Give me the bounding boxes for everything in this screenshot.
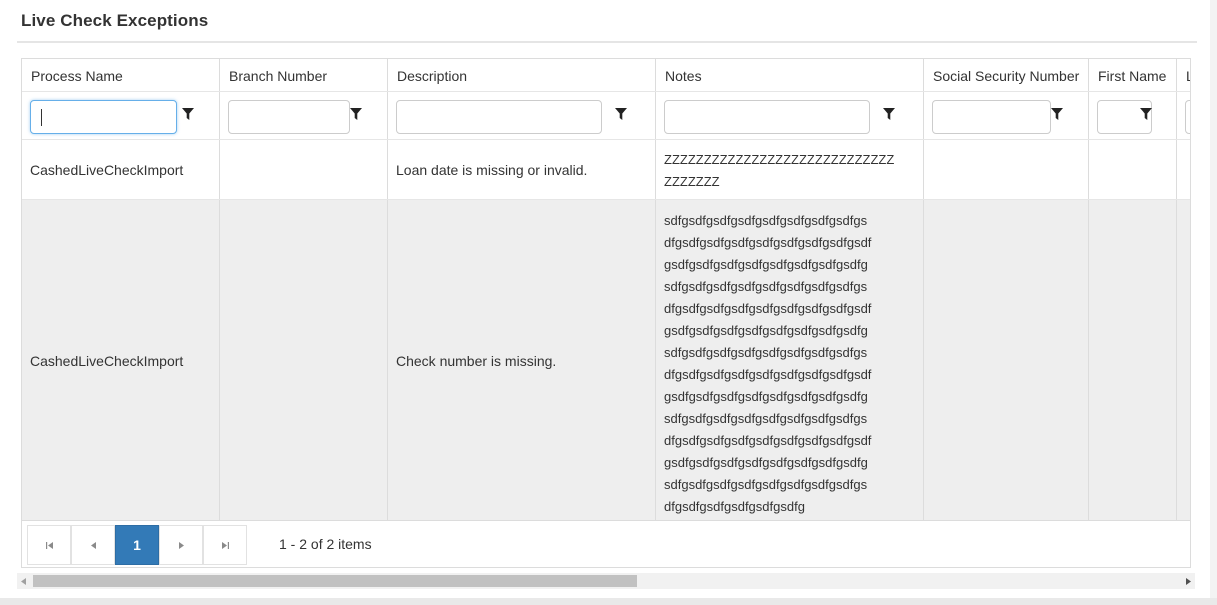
filter-cell-ssn: [924, 92, 1089, 139]
notes-line: ZZZZZZZ: [664, 174, 720, 189]
notes-line: dfgsdfgsdfgsdfgsdfgsdfgsdfgsdfgsdf: [664, 301, 872, 316]
cell-last-name: [1177, 140, 1190, 199]
filter-icon[interactable]: [1140, 107, 1152, 121]
filter-cell-notes: [656, 92, 924, 139]
next-page-icon: [178, 541, 184, 549]
cell-first-name: [1089, 140, 1177, 199]
cell-process-name: CashedLiveCheckImport: [22, 200, 220, 520]
prev-page-icon: [90, 541, 96, 549]
filter-icon[interactable]: [615, 107, 627, 121]
column-header-branch-number[interactable]: Branch Number: [220, 59, 388, 91]
cell-ssn: [924, 140, 1089, 199]
filter-cell-description: [388, 92, 656, 139]
grid-pager: 1 1 - 2 of 2 items: [22, 520, 1190, 567]
notes-line: gsdfgsdfgsdfgsdfgsdfgsdfgsdfgsdfg: [664, 323, 868, 338]
notes-line: sdfgsdfgsdfgsdfgsdfgsdfgsdfgsdfgs: [664, 213, 868, 228]
cell-last-name: [1177, 200, 1190, 520]
column-header-process-name[interactable]: Process Name: [22, 59, 220, 91]
column-header-description[interactable]: Description: [388, 59, 656, 91]
notes-line: dfgsdfgsdfgsdfgsdfgsdfgsdfgsdfgsdf: [664, 433, 872, 448]
filter-input-description[interactable]: [396, 100, 602, 134]
cell-ssn: [924, 200, 1089, 520]
cell-branch-number: [220, 140, 388, 199]
notes-line: sdfgsdfgsdfgsdfgsdfgsdfgsdfgsdfgs: [664, 279, 868, 294]
filter-icon[interactable]: [182, 107, 194, 121]
next-page-button[interactable]: [159, 525, 203, 565]
filter-input-process-name[interactable]: [30, 100, 177, 134]
title-divider: [17, 41, 1197, 43]
cell-branch-number: [220, 200, 388, 520]
text-caret: [41, 109, 42, 126]
notes-line: sdfgsdfgsdfgsdfgsdfgsdfgsdfgsdfgs: [664, 411, 868, 426]
last-page-icon: [221, 541, 229, 549]
notes-line: dfgsdfgsdfgsdfgsdfgsdfgsdfgsdfgsdf: [664, 367, 872, 382]
cell-notes: sdfgsdfgsdfgsdfgsdfgsdfgsdfgsdfgs dfgsdf…: [656, 200, 924, 520]
page-1-button[interactable]: 1: [115, 525, 159, 565]
filter-cell-last-name: [1177, 92, 1190, 139]
cell-notes: ZZZZZZZZZZZZZZZZZZZZZZZZZZZZZ ZZZZZZZ: [656, 140, 924, 199]
cell-description: Check number is missing.: [388, 200, 656, 520]
filter-input-ssn[interactable]: [932, 100, 1051, 134]
notes-line: sdfgsdfgsdfgsdfgsdfgsdfgsdfgsdfgs: [664, 477, 868, 492]
cell-description: Loan date is missing or invalid.: [388, 140, 656, 199]
filter-input-notes[interactable]: [664, 100, 870, 134]
cell-first-name: [1089, 200, 1177, 520]
notes-line: ZZZZZZZZZZZZZZZZZZZZZZZZZZZZZ: [664, 152, 895, 167]
scroll-left-icon[interactable]: [17, 573, 31, 589]
exceptions-grid: Process Name Branch Number Description N…: [21, 58, 1191, 568]
filter-cell-branch-number: [220, 92, 388, 139]
column-header-ssn[interactable]: Social Security Number: [924, 59, 1089, 91]
grid-content: Process Name Branch Number Description N…: [22, 59, 1190, 520]
grid-header-row: Process Name Branch Number Description N…: [22, 59, 1190, 91]
notes-line: gsdfgsdfgsdfgsdfgsdfgsdfgsdfgsdfg: [664, 389, 868, 404]
page-bottom-strip: [0, 598, 1217, 605]
filter-icon[interactable]: [1051, 107, 1063, 121]
horizontal-scrollbar[interactable]: [17, 573, 1195, 589]
first-page-button[interactable]: [27, 525, 71, 565]
notes-line: sdfgsdfgsdfgsdfgsdfgsdfgsdfgsdfgs: [664, 345, 868, 360]
last-page-button[interactable]: [203, 525, 247, 565]
filter-input-last-name[interactable]: [1185, 100, 1190, 134]
filter-cell-process-name: [22, 92, 220, 139]
filter-cell-first-name: [1089, 92, 1177, 139]
column-header-first-name[interactable]: First Name: [1089, 59, 1177, 91]
pager-info: 1 - 2 of 2 items: [279, 536, 372, 552]
column-header-last-name[interactable]: La: [1177, 59, 1190, 91]
page-vertical-scrollbar[interactable]: [1210, 0, 1217, 598]
grid-filter-row: [22, 91, 1190, 139]
first-page-icon: [45, 541, 53, 549]
table-row[interactable]: CashedLiveCheckImport Loan date is missi…: [22, 139, 1190, 199]
notes-line: gsdfgsdfgsdfgsdfgsdfgsdfgsdfgsdfg: [664, 455, 868, 470]
table-row[interactable]: CashedLiveCheckImport Check number is mi…: [22, 199, 1190, 520]
cell-process-name: CashedLiveCheckImport: [22, 140, 220, 199]
horizontal-scroll-thumb[interactable]: [33, 575, 637, 587]
notes-line: dfgsdfgsdfgsdfgsdfgsdfgsdfgsdfgsdf: [664, 235, 872, 250]
prev-page-button[interactable]: [71, 525, 115, 565]
filter-input-branch-number[interactable]: [228, 100, 350, 134]
filter-icon[interactable]: [883, 107, 895, 121]
scroll-right-icon[interactable]: [1181, 573, 1195, 589]
column-header-notes[interactable]: Notes: [656, 59, 924, 91]
page-title: Live Check Exceptions: [21, 11, 209, 30]
filter-icon[interactable]: [350, 107, 362, 121]
notes-line: gsdfgsdfgsdfgsdfgsdfgsdfgsdfgsdfg: [664, 257, 868, 272]
notes-line: dfgsdfgsdfgsdfgsdfgsdfg: [664, 499, 805, 514]
